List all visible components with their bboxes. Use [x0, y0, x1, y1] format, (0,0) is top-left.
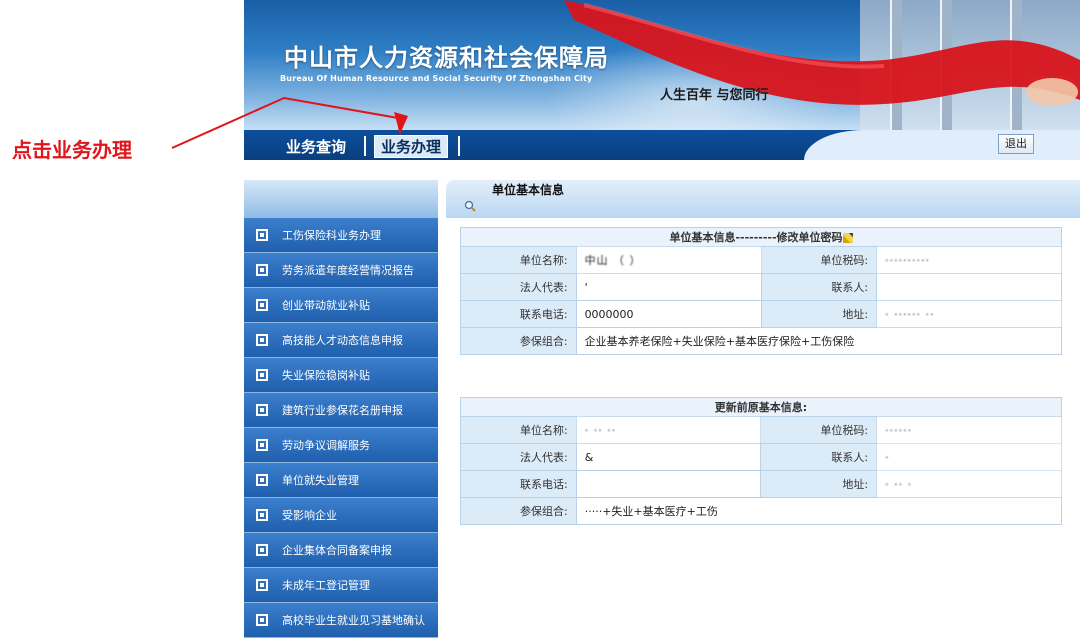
field-label: 联系人: [760, 273, 878, 301]
sidebar-item-label: 工伤保险科业务办理 [282, 229, 381, 242]
bullet-icon [256, 579, 268, 591]
basic-info-caption: 单位基本信息---------修改单位密码 [460, 227, 1062, 247]
nav-business-handling[interactable]: 业务办理 [374, 135, 449, 158]
tax-id-value: ·········· [876, 246, 1062, 274]
field-label: 联系人: [760, 443, 878, 471]
bullet-icon [256, 614, 268, 626]
basic-info-table: 单位基本信息---------修改单位密码 单位名称: 中山 （ ） 单位税码:… [460, 227, 1063, 355]
field-label: 单位名称: [460, 416, 577, 444]
field-label: 单位税码: [760, 246, 878, 274]
address-value: · ······ ·· [876, 300, 1062, 328]
field-label: 联系电话: [460, 300, 577, 328]
insurance-value: ·····+失业+基本医疗+工伤 [575, 497, 1063, 525]
bullet-icon [256, 299, 268, 311]
bullet-icon [256, 334, 268, 346]
sidebar-item-label: 企业集体合同备案申报 [282, 544, 392, 557]
sidebar: 工伤保险科业务办理 劳务派遣年度经营情况报告 创业带动就业补贴 高技能人才动态信… [244, 180, 438, 638]
field-label: 法人代表: [460, 273, 577, 301]
field-label: 单位名称: [460, 246, 577, 274]
sidebar-item-label: 高校毕业生就业见习基地确认 [282, 614, 425, 627]
sidebar-item-work-injury[interactable]: 工伤保险科业务办理 [244, 218, 438, 253]
annotation-label: 点击业务办理 [12, 138, 132, 162]
bullet-icon [256, 474, 268, 486]
field-label: 参保组合: [460, 327, 577, 355]
slogan: 人生百年 与您同行 [660, 88, 769, 103]
site-title: 中山市人力资源和社会保障局 [284, 44, 609, 72]
unit-name-value: · ·· ·· [575, 416, 762, 444]
site-subtitle: Bureau Of Human Resource and Social Secu… [280, 74, 593, 83]
contact-value: · [876, 443, 1062, 471]
tax-id-value: ······ [876, 416, 1062, 444]
sidebar-item-labor-mediation[interactable]: 劳动争议调解服务 [244, 428, 438, 463]
field-label: 地址: [760, 300, 878, 328]
nav-separator [458, 136, 460, 156]
bullet-icon [256, 229, 268, 241]
field-label: 参保组合: [460, 497, 577, 525]
sidebar-item-minor-worker[interactable]: 未成年工登记管理 [244, 568, 438, 603]
bullet-icon [256, 404, 268, 416]
sidebar-item-label: 未成年工登记管理 [282, 579, 370, 592]
header-banner: 中山市人力资源和社会保障局 Bureau Of Human Resource a… [244, 0, 1080, 130]
nav-curve [804, 130, 1080, 160]
sidebar-item-label: 劳务派遣年度经营情况报告 [282, 264, 414, 277]
logout-button[interactable]: 退出 [998, 134, 1034, 154]
panel-title: 单位基本信息 [492, 183, 565, 197]
top-nav: 业务查询 业务办理 退出 [244, 130, 1080, 160]
sidebar-item-labor-dispatch[interactable]: 劳务派遣年度经营情况报告 [244, 253, 438, 288]
panel-header: 单位基本信息 [446, 180, 1080, 218]
bullet-icon [256, 369, 268, 381]
legal-rep-value: & [575, 443, 762, 471]
sidebar-item-entrepreneurship-subsidy[interactable]: 创业带动就业补贴 [244, 288, 438, 323]
insurance-value: 企业基本养老保险+失业保险+基本医疗保险+工伤保险 [575, 327, 1063, 355]
sidebar-item-affected-enterprise[interactable]: 受影响企业 [244, 498, 438, 533]
phone-value: 0000000 [575, 300, 762, 328]
bullet-icon [256, 439, 268, 451]
magnifier-icon [464, 200, 476, 212]
bullet-icon [256, 544, 268, 556]
sidebar-item-label: 受影响企业 [282, 509, 337, 522]
sidebar-item-label: 单位就失业管理 [282, 474, 359, 487]
sidebar-item-label: 建筑行业参保花名册申报 [282, 404, 403, 417]
legal-rep-value: ' [575, 273, 762, 301]
previous-info-caption: 更新前原基本信息: [460, 397, 1062, 417]
sidebar-item-label: 劳动争议调解服务 [282, 439, 370, 452]
bullet-icon [256, 264, 268, 276]
pencil-icon[interactable] [842, 233, 853, 243]
nav-separator [364, 136, 366, 156]
sidebar-item-job-stabilization[interactable]: 失业保险稳岗补贴 [244, 358, 438, 393]
field-label: 联系电话: [460, 470, 577, 498]
phone-value [575, 470, 762, 498]
sidebar-item-employment-management[interactable]: 单位就失业管理 [244, 463, 438, 498]
field-label: 单位税码: [760, 416, 878, 444]
contact-value [876, 273, 1062, 301]
sidebar-item-skilled-talent[interactable]: 高技能人才动态信息申报 [244, 323, 438, 358]
sidebar-header [244, 180, 438, 218]
previous-info-table: 更新前原基本信息: 单位名称: · ·· ·· 单位税码: ······ 法人代… [460, 397, 1063, 525]
sidebar-item-collective-contract[interactable]: 企业集体合同备案申报 [244, 533, 438, 568]
address-value: · ·· · [876, 470, 1062, 498]
field-label: 法人代表: [460, 443, 577, 471]
nav-business-query[interactable]: 业务查询 [286, 136, 346, 157]
sidebar-item-label: 失业保险稳岗补贴 [282, 369, 370, 382]
basic-info-caption-text[interactable]: 单位基本信息---------修改单位密码 [669, 231, 842, 244]
bullet-icon [256, 509, 268, 521]
sidebar-item-graduate-internship[interactable]: 高校毕业生就业见习基地确认 [244, 603, 438, 638]
sidebar-item-label: 创业带动就业补贴 [282, 299, 370, 312]
field-label: 地址: [760, 470, 878, 498]
sidebar-item-label: 高技能人才动态信息申报 [282, 334, 403, 347]
unit-name-value: 中山 （ ） [575, 246, 762, 274]
sidebar-item-construction-roster[interactable]: 建筑行业参保花名册申报 [244, 393, 438, 428]
